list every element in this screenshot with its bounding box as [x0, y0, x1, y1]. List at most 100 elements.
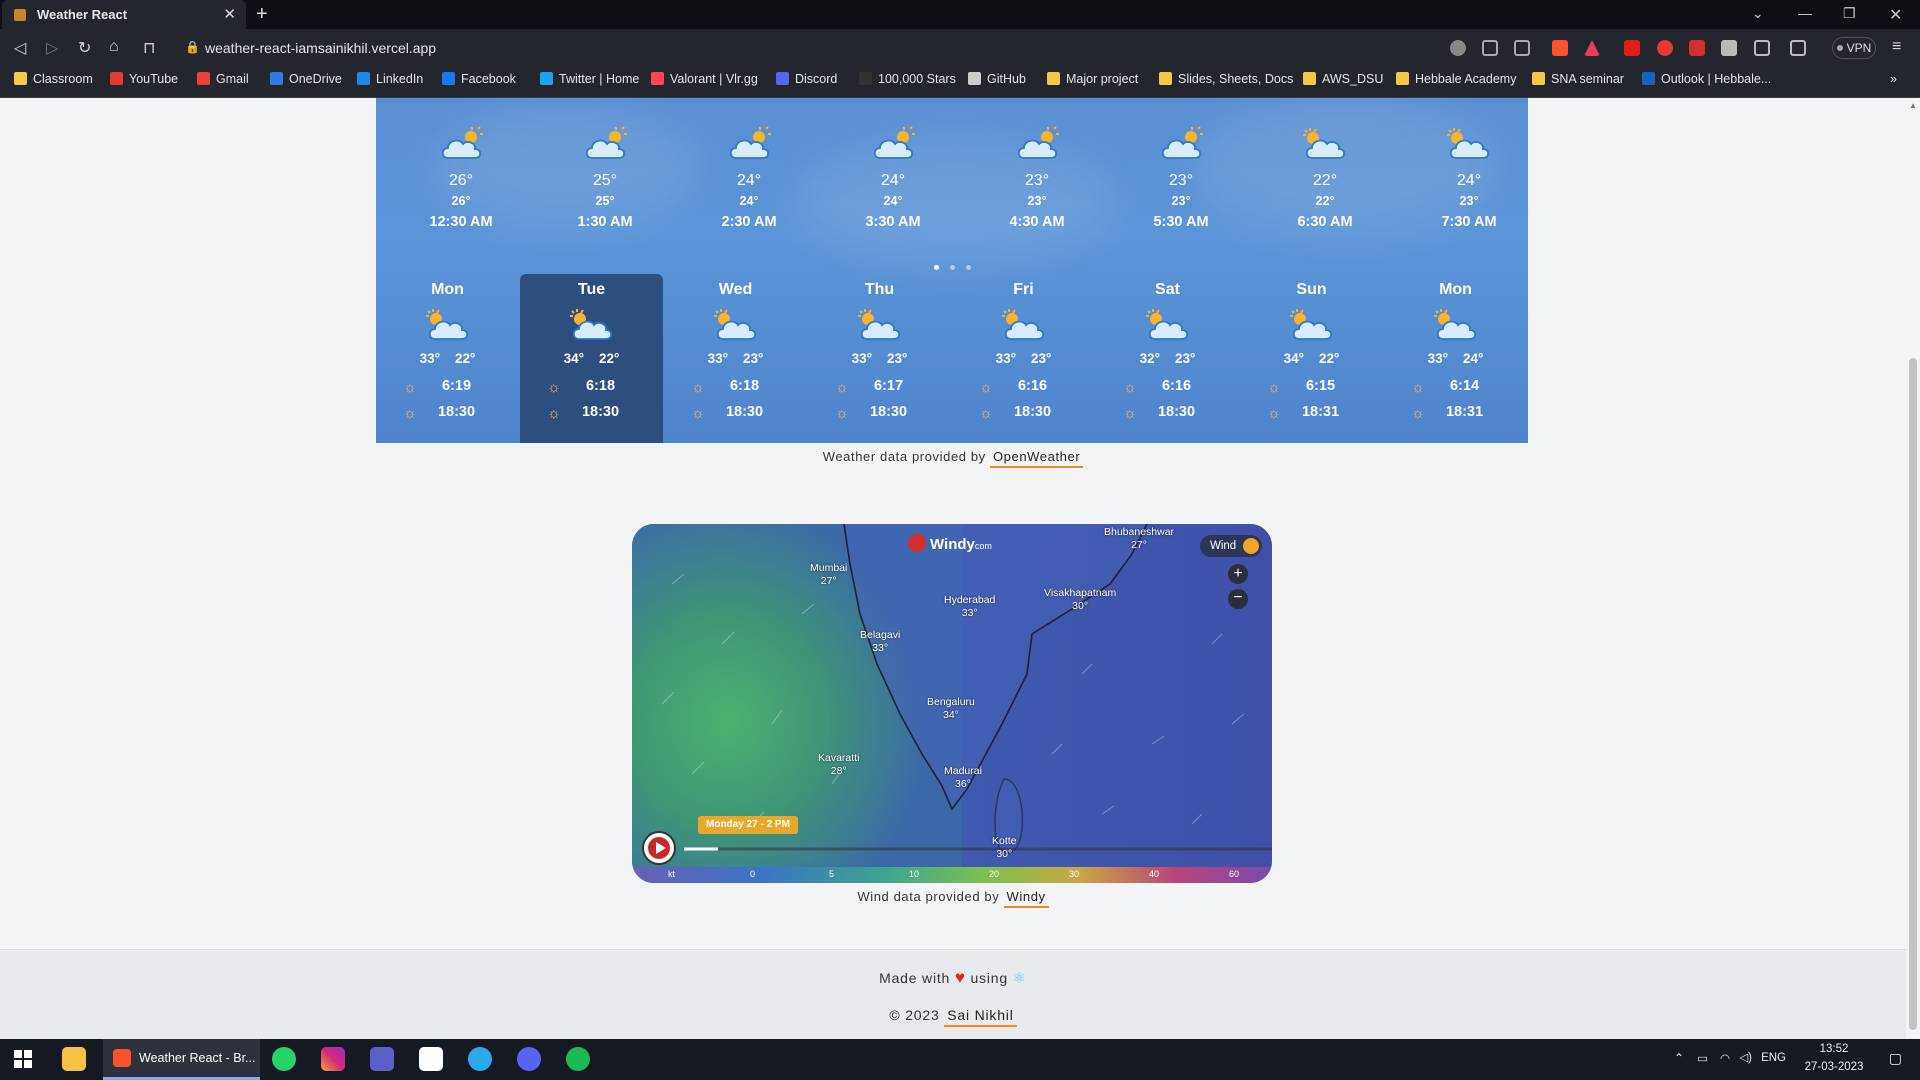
bookmark-item[interactable]: Facebook [442, 72, 516, 86]
scrollbar-thumb[interactable] [1909, 358, 1917, 1030]
day-max: 33° [419, 351, 440, 366]
clock-date[interactable]: 27-03-2023 [1800, 1061, 1868, 1073]
windy-map[interactable]: Mumbai 27° Hyderabad 33° Visakhapatnam 30° … [632, 524, 1272, 883]
daily-item[interactable]: Mon 33° 24° ☼ 6:14 ☼ 18:31 [1384, 274, 1527, 443]
bookmark-favicon-icon [1047, 72, 1060, 85]
home-icon[interactable]: ⌂ [109, 38, 119, 56]
zoom-in-button[interactable]: + [1228, 564, 1248, 584]
battery-icon[interactable]: ▭ [1697, 1051, 1708, 1065]
reload-icon[interactable]: ↻ [78, 38, 91, 58]
address-bar[interactable]: 🔒 weather-react-iamsainikhil.vercel.app [178, 34, 1418, 62]
daily-item[interactable]: Wed 33° 23° ☼ 6:18 ☼ 18:30 [664, 274, 807, 443]
tray-chevron-icon[interactable]: ⌃ [1674, 1051, 1684, 1065]
bookmark-item[interactable]: Gmail [197, 72, 249, 86]
zoom-out-button[interactable]: − [1228, 589, 1248, 609]
bookmark-item[interactable]: LinkedIn [357, 72, 423, 86]
wallet-icon[interactable] [1790, 40, 1806, 56]
city-label-mumbai: Mumbai 27° [810, 562, 847, 588]
wifi-icon[interactable]: ◠ [1720, 1051, 1730, 1065]
spotify-icon[interactable] [566, 1047, 590, 1071]
extensions-puzzle-icon[interactable] [1721, 40, 1737, 56]
telegram-icon[interactable] [468, 1047, 492, 1071]
play-button[interactable] [644, 833, 674, 863]
share-icon[interactable] [1514, 40, 1530, 56]
volume-icon[interactable]: ◁) [1739, 1050, 1752, 1064]
page-scrollbar[interactable]: ▲ [1906, 98, 1920, 1039]
close-window-icon[interactable]: ✕ [1889, 5, 1902, 25]
bookmark-item[interactable]: Discord [776, 72, 837, 86]
partly-cloudy-icon [1289, 309, 1332, 340]
partly-cloudy-icon [441, 126, 483, 159]
hourly-time: 6:30 AM [1297, 214, 1353, 230]
city-label-visakhapatnam: Visakhapatnam 30° [1044, 587, 1116, 613]
language-indicator[interactable]: ENG [1761, 1052, 1786, 1064]
partly-cloudy-icon [585, 126, 627, 159]
bookmark-item[interactable]: Outlook | Hebbale... [1642, 72, 1771, 86]
hourly-icon [438, 126, 484, 162]
privacy-icon[interactable] [1450, 40, 1466, 56]
windy-logo[interactable]: Windycom [908, 534, 992, 553]
windows-start-icon[interactable] [14, 1050, 32, 1068]
close-tab-icon[interactable]: ✕ [223, 5, 236, 23]
menu-icon[interactable]: ≡ [1892, 38, 1901, 56]
tab-list-chevron-icon[interactable]: ⌄ [1752, 5, 1764, 22]
vpn-button[interactable]: VPN [1832, 37, 1876, 59]
bookmark-item[interactable]: Twitter | Home [540, 72, 639, 86]
partly-cloudy-icon [1303, 128, 1346, 159]
notification-icon[interactable]: ▢ [1889, 1050, 1902, 1067]
minimize-icon[interactable]: — [1798, 5, 1812, 21]
daily-item[interactable]: Thu 33° 23° ☼ 6:17 ☼ 18:30 [808, 274, 951, 443]
bookmark-item[interactable]: Classroom [14, 72, 93, 86]
back-icon[interactable]: ◁ [14, 38, 26, 58]
new-tab-icon[interactable]: + [256, 3, 268, 26]
extension-tp-icon[interactable] [1689, 40, 1705, 56]
extension-youtube-icon[interactable] [1624, 40, 1640, 56]
daily-item[interactable]: Sun 34° 22° ☼ 6:15 ☼ 18:31 [1240, 274, 1383, 443]
bookmark-item[interactable]: 100,000 Stars [859, 72, 956, 86]
bookmark-item[interactable]: SNA seminar [1532, 72, 1624, 86]
daily-item[interactable]: Sat 32° 23° ☼ 6:16 ☼ 18:30 [1096, 274, 1239, 443]
wind-layer-button[interactable]: Wind [1200, 535, 1262, 557]
instagram-icon[interactable] [321, 1047, 345, 1071]
daily-item[interactable]: Mon 33° 22° ☼ 6:19 ☼ 18:30 [376, 274, 519, 443]
bookmark-item[interactable]: Slides, Sheets, Docs [1159, 72, 1293, 86]
carousel-dot[interactable] [950, 265, 955, 270]
bookmark-item[interactable]: AWS_DSU [1303, 72, 1383, 86]
browser-tab[interactable]: Weather React ✕ [2, 0, 246, 29]
teams-icon[interactable] [370, 1047, 394, 1071]
sidebar-icon[interactable] [1754, 40, 1770, 56]
extension-red-icon[interactable] [1657, 40, 1673, 56]
evernote-icon[interactable] [419, 1047, 443, 1071]
day-min: 23° [1031, 351, 1052, 366]
whatsapp-icon[interactable] [272, 1047, 296, 1071]
bookmark-item[interactable]: Major project [1047, 72, 1138, 86]
carousel-dot[interactable] [934, 265, 939, 270]
author-link[interactable]: Sai Nikhil [944, 1007, 1017, 1027]
discord-icon[interactable] [517, 1047, 541, 1071]
clock-time[interactable]: 13:52 [1804, 1043, 1864, 1055]
daily-item[interactable]: Tue 34° 22° ☼ 6:18 ☼ 18:30 [520, 274, 663, 443]
bookmark-item[interactable]: GitHub [968, 72, 1026, 86]
bookmark-item[interactable]: Hebbale Academy [1396, 72, 1516, 86]
scroll-up-icon[interactable]: ▲ [1909, 101, 1917, 110]
daily-item[interactable]: Fri 33° 23° ☼ 6:16 ☼ 18:30 [952, 274, 1095, 443]
sunset-icon: ☼ [979, 405, 993, 422]
bookmarks-overflow-icon[interactable]: » [1890, 72, 1897, 86]
bookmark-item[interactable]: YouTube [110, 72, 178, 86]
download-icon[interactable] [1482, 40, 1498, 56]
forward-icon[interactable]: ▷ [46, 38, 58, 58]
carousel-dots[interactable] [934, 257, 982, 275]
file-explorer-icon[interactable] [62, 1047, 86, 1071]
bookmark-favicon-icon [1642, 72, 1655, 85]
brave-shields-icon[interactable] [1552, 40, 1568, 56]
taskbar-brave-window[interactable]: Weather React - Br... [103, 1039, 260, 1080]
restore-icon[interactable]: ❐ [1843, 5, 1856, 22]
bookmark-item[interactable]: OneDrive [270, 72, 342, 86]
brave-rewards-icon[interactable] [1584, 40, 1600, 56]
openweather-link[interactable]: OpenWeather [989, 449, 1084, 468]
bookmark-icon[interactable]: ⊓ [143, 38, 155, 58]
bookmark-item[interactable]: Valorant | Vlr.gg [651, 72, 758, 86]
windy-link[interactable]: Windy [1003, 889, 1049, 908]
carousel-dot[interactable] [966, 265, 971, 270]
sunset: ☼ 18:30 [808, 404, 951, 422]
